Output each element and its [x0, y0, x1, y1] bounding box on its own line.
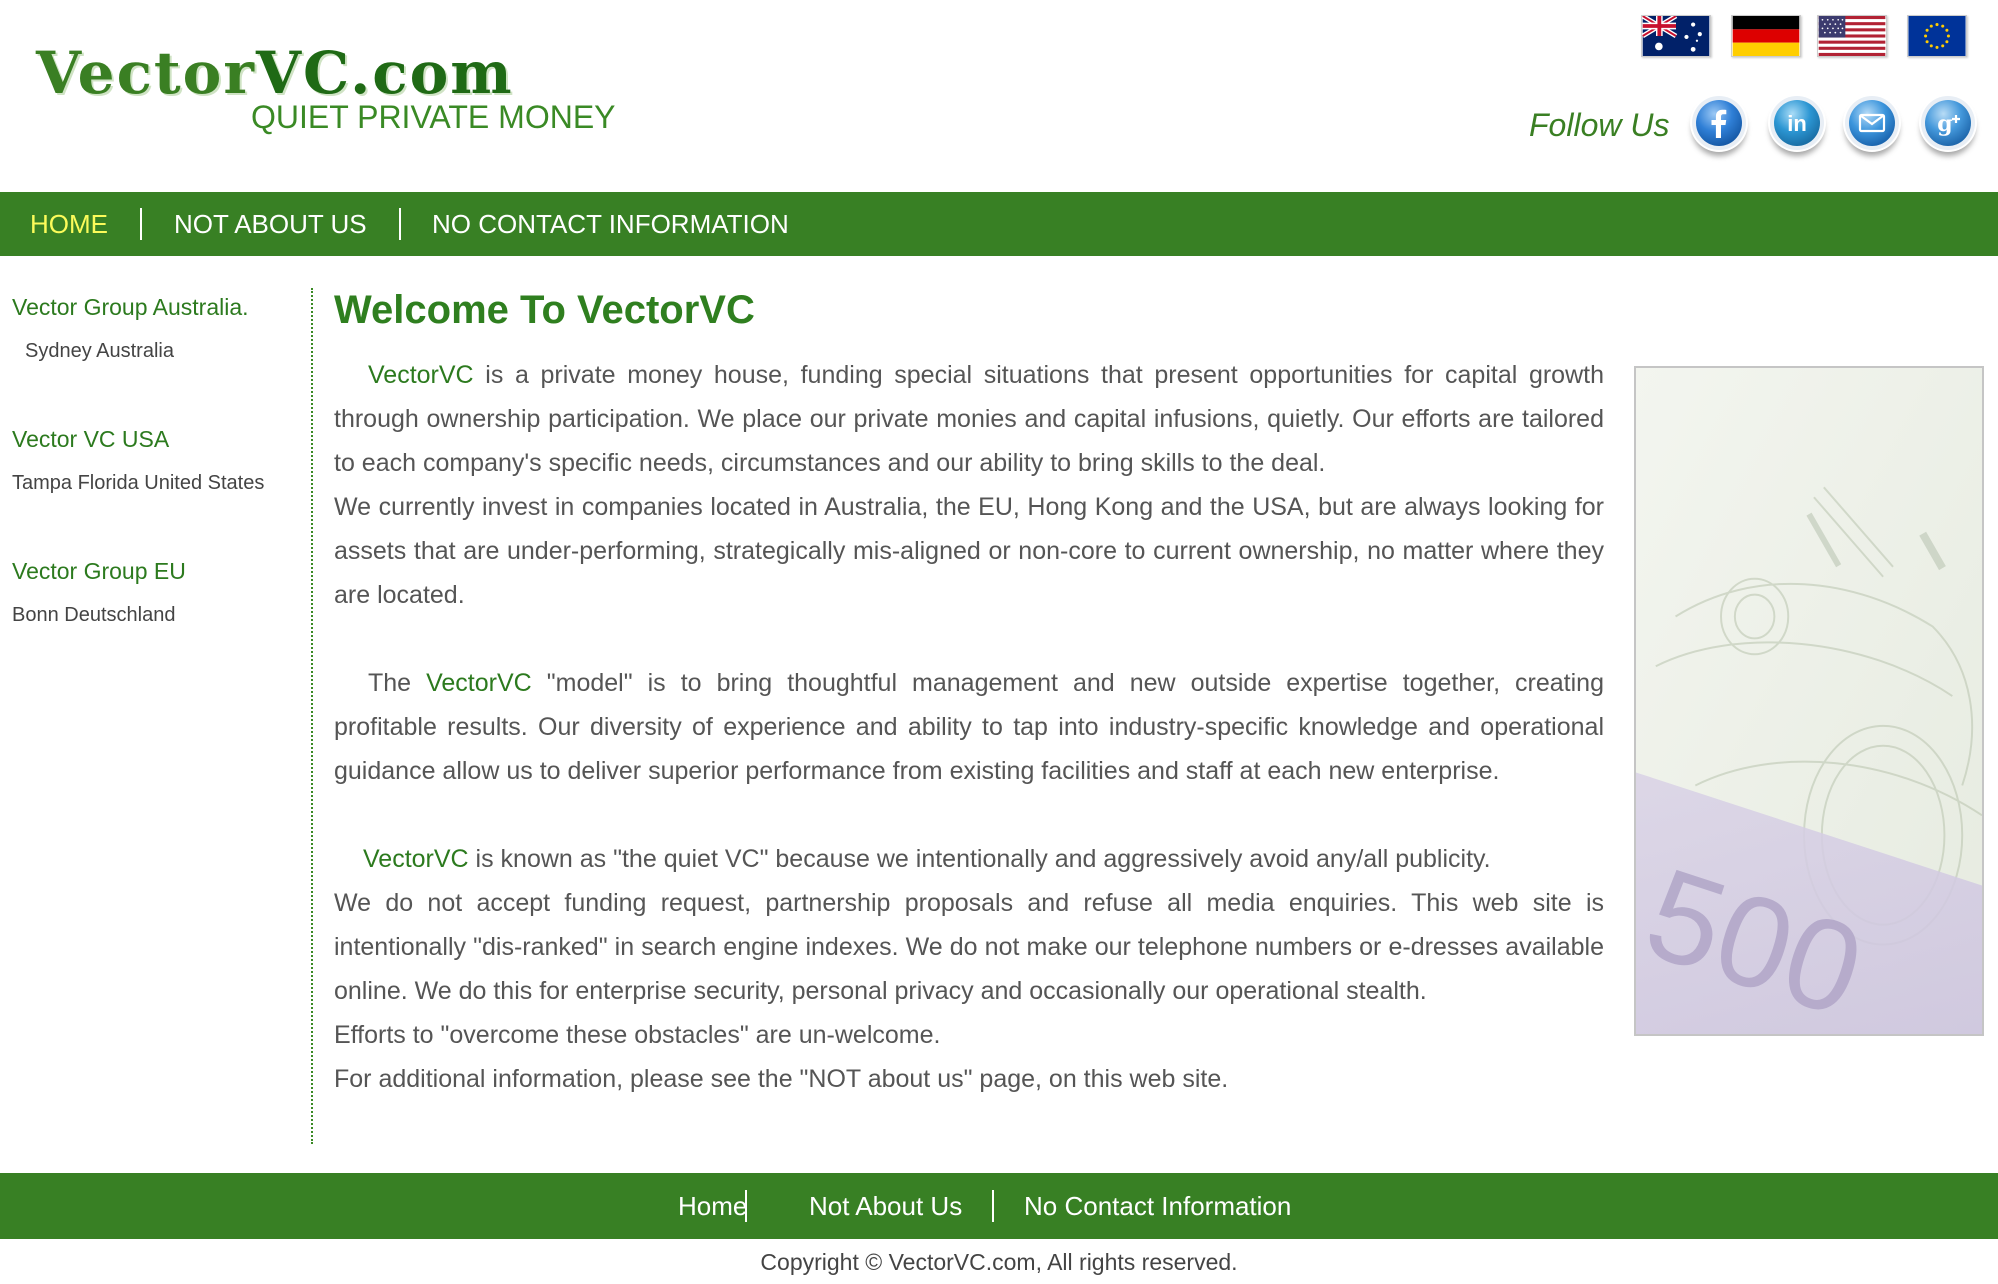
page-title: Welcome To VectorVC [334, 288, 755, 332]
quiet-vc-paragraph: VectorVC is known as "the quiet VC" beca… [334, 837, 1604, 881]
nav-separator [399, 208, 401, 240]
footer-link-home[interactable]: Home [678, 1173, 747, 1239]
logo-name-part2: VC.com [255, 39, 514, 107]
privacy-paragraph: We do not accept funding request, partne… [334, 889, 1604, 1005]
footer-link-not-about-us[interactable]: Not About Us [809, 1173, 962, 1239]
intro-text: is a private money house, funding specia… [334, 361, 1604, 477]
sidebar-divider [311, 288, 313, 1144]
logo-name-part1: Vector [36, 39, 256, 107]
follow-us-label: Follow Us [1529, 107, 1670, 143]
invest-paragraph: We currently invest in companies located… [334, 493, 1604, 609]
main-nav: HOME NOT ABOUT US NO CONTACT INFORMATION [0, 192, 1998, 256]
linkedin-icon[interactable]: in [1768, 94, 1826, 152]
facebook-icon[interactable] [1690, 94, 1748, 152]
location-title-eu[interactable]: Vector Group EU [12, 558, 186, 586]
nav-not-about-us[interactable]: NOT ABOUT US [174, 192, 367, 256]
nav-home[interactable]: HOME [30, 192, 108, 256]
footer-separator [745, 1190, 747, 1222]
footer-separator [992, 1190, 994, 1222]
location-city-usa: Tampa Florida United States [12, 472, 265, 494]
location-title-usa[interactable]: Vector VC USA [12, 426, 169, 454]
nav-separator [140, 208, 142, 240]
svg-text:in: in [1787, 111, 1807, 136]
eu-flag-icon[interactable] [1907, 15, 1967, 57]
nav-no-contact-information[interactable]: NO CONTACT INFORMATION [432, 192, 789, 256]
location-city-eu: Bonn Deutschland [12, 604, 176, 626]
email-icon[interactable] [1843, 94, 1901, 152]
main-content: VectorVC is a private money house, fundi… [334, 353, 1604, 1101]
money-banknotes-image: 500 [1634, 366, 1984, 1036]
location-city-australia: Sydney Australia [25, 340, 174, 362]
copyright-text: Copyright © VectorVC.com, All rights res… [760, 1249, 1238, 1275]
brand-name: VectorVC [426, 669, 532, 697]
germany-flag-icon[interactable] [1731, 15, 1801, 57]
model-paragraph: The VectorVC "model" is to bring thought… [334, 661, 1604, 793]
usa-flag-icon[interactable] [1817, 15, 1887, 57]
model-prefix: The [368, 669, 427, 697]
brand-name: VectorVC [368, 361, 474, 389]
logo[interactable]: VectorVC.com [36, 44, 514, 102]
location-title-australia[interactable]: Vector Group Australia. [12, 294, 249, 322]
australia-flag-icon[interactable] [1641, 15, 1711, 57]
site-header: VectorVC.com QUIET PRIVATE MONEY Follow … [0, 0, 1998, 192]
footer-nav: Home Not About Us No Contact Information [0, 1173, 1998, 1239]
brand-name: VectorVC [363, 845, 469, 873]
intro-paragraph: VectorVC is a private money house, fundi… [334, 353, 1604, 485]
footer-link-no-contact-information[interactable]: No Contact Information [1024, 1173, 1291, 1239]
additional-info-paragraph: For additional information, please see t… [334, 1065, 1229, 1093]
quiet-vc-text: is known as "the quiet VC" because we in… [468, 845, 1491, 873]
efforts-paragraph: Efforts to "overcome these obstacles" ar… [334, 1021, 941, 1049]
logo-tagline: QUIET PRIVATE MONEY [251, 99, 616, 135]
google-plus-icon[interactable]: g [1919, 94, 1977, 152]
svg-text:g: g [1937, 111, 1952, 137]
